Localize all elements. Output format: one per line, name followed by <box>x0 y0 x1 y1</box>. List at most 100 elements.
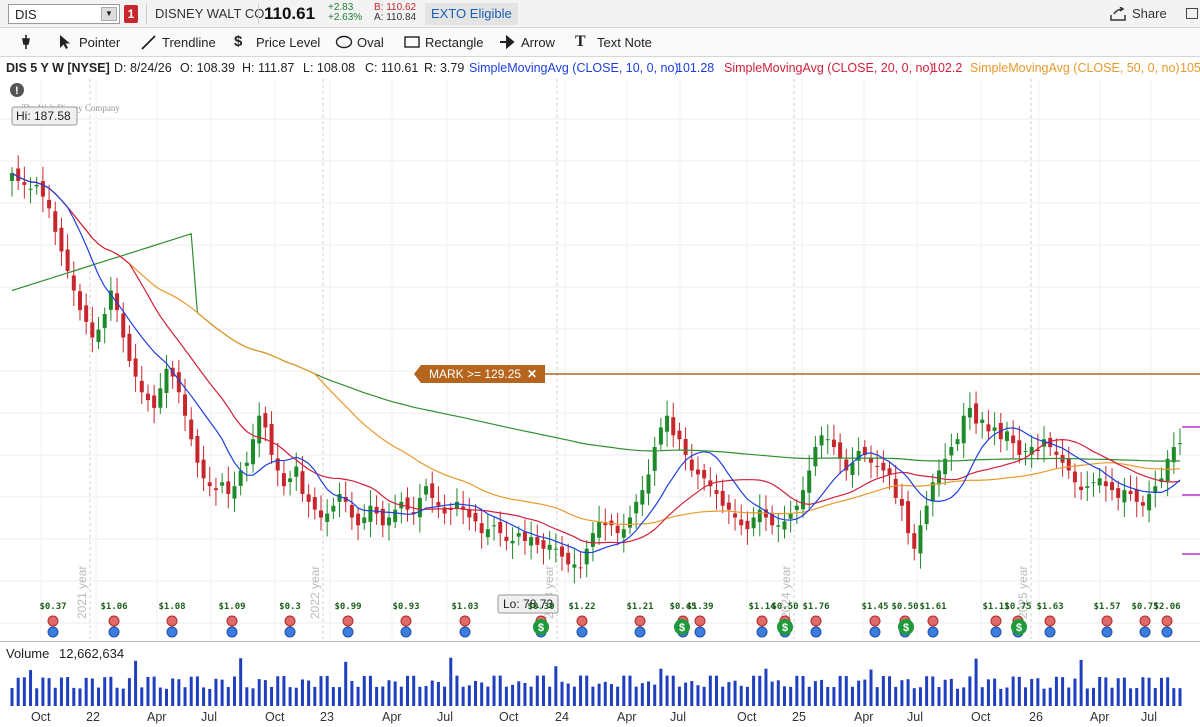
rectangle-tool[interactable]: Rectangle <box>403 34 484 52</box>
candle-body <box>479 523 484 534</box>
volume-bar <box>535 675 539 706</box>
alert-mark: ! <box>15 85 19 97</box>
dividend-label: $0.50 <box>891 602 918 612</box>
volume-bar <box>461 686 465 706</box>
pointer-tool[interactable]: Pointer <box>58 34 128 52</box>
close-icon[interactable]: ✕ <box>527 367 537 381</box>
candle-body <box>1011 435 1016 444</box>
window-icon[interactable] <box>1186 8 1198 19</box>
sma10-line <box>11 172 1181 554</box>
symbol-bar: DIS ▼ 1 DISNEY WALT CO 110.61 +2.83 +2.6… <box>0 0 1200 28</box>
volume-bar <box>980 687 984 706</box>
volume-bar <box>640 683 644 706</box>
volume-bar <box>313 686 317 706</box>
volume-bar <box>1116 678 1120 706</box>
volume-bar <box>1011 676 1015 706</box>
chart-title[interactable]: DIS 5 Y W [NYSE] <box>6 61 110 75</box>
candle-body <box>195 436 200 463</box>
info-icon <box>810 626 822 638</box>
volume-bar <box>245 687 249 706</box>
volume-bar <box>1091 687 1095 706</box>
volume-bar <box>597 683 601 706</box>
pin-button[interactable] <box>20 34 34 52</box>
symbol-input[interactable]: DIS ▼ <box>8 4 120 24</box>
volume-bar <box>208 688 212 706</box>
candle-body <box>251 439 256 465</box>
chart-canvas[interactable]: The Walt Disney Company 2021 year2022 ye… <box>0 79 1200 639</box>
info-icon <box>47 626 59 638</box>
candle-body <box>164 368 169 394</box>
candle-body <box>671 417 676 436</box>
volume-bar <box>1178 688 1182 706</box>
volume-bar <box>857 680 861 706</box>
volume-bar <box>541 675 545 706</box>
share-button[interactable]: Share <box>1104 3 1172 25</box>
arrow-tool[interactable]: Arrow <box>499 34 559 52</box>
oval-tool[interactable]: Oval <box>335 34 390 52</box>
dividend-label: $1.45 <box>861 602 888 612</box>
text-note-tool[interactable]: T Text Note <box>575 34 655 52</box>
sma10-label[interactable]: SimpleMovingAvg (CLOSE, 10, 0, no) <box>469 61 679 75</box>
volume-panel[interactable]: Volume 12,662,634 <box>0 641 1200 709</box>
volume-bar <box>344 661 348 706</box>
candle-body <box>405 497 410 510</box>
earnings-icon <box>810 615 822 627</box>
dividend-label: $0.30 <box>527 602 554 612</box>
sma20-label[interactable]: SimpleMovingAvg (CLOSE, 20, 0, no) <box>724 61 934 75</box>
dividend-label: $1.39 <box>686 602 713 612</box>
volume-bar <box>430 680 434 706</box>
volume-bar <box>554 666 558 706</box>
ohlc-open: O: 108.39 <box>180 61 235 75</box>
candle-body <box>34 184 39 187</box>
candle-body <box>838 442 843 459</box>
candle-body <box>739 519 744 526</box>
candle-body <box>726 502 731 510</box>
volume-bar <box>999 688 1003 706</box>
volume-bar <box>504 686 508 706</box>
dividend-label: $0.3 <box>279 602 301 612</box>
candle-body <box>794 505 799 510</box>
sma50-label[interactable]: SimpleMovingAvg (CLOSE, 50, 0, no) <box>970 61 1180 75</box>
x-tick-label: 22 <box>86 710 100 724</box>
candle-body <box>77 291 82 311</box>
chevron-down-icon[interactable]: ▼ <box>101 7 117 21</box>
candle-body <box>980 419 985 423</box>
volume-bar <box>888 676 892 706</box>
volume-bar <box>962 687 966 706</box>
alert-badge[interactable]: 1 <box>124 5 138 23</box>
exto-eligible-badge[interactable]: EXTO Eligible <box>425 3 518 25</box>
x-tick-label: Oct <box>737 710 757 724</box>
volume-bar <box>232 676 236 706</box>
volume-bar <box>523 682 527 706</box>
candle-body <box>967 407 972 418</box>
price-level-text: MARK >= 129.25 <box>429 367 521 381</box>
trendline-tool[interactable]: Trendline <box>140 34 220 52</box>
earnings-icon <box>756 615 768 627</box>
volume-bar <box>127 678 131 706</box>
price-chart[interactable]: The Walt Disney Company 2021 year2022 ye… <box>0 79 1200 639</box>
price-level-label[interactable]: MARK >= 129.25 ✕ <box>414 365 545 383</box>
earnings-icon <box>47 615 59 627</box>
rectangle-label: Rectangle <box>425 35 484 50</box>
candle-body <box>1134 489 1139 502</box>
volume-bar <box>331 687 335 706</box>
candle-body <box>529 537 534 546</box>
earnings-icon <box>400 615 412 627</box>
dollar-icon: $ <box>679 622 685 634</box>
info-icon <box>1044 626 1056 638</box>
info-icon <box>1161 626 1173 638</box>
candle-body <box>560 546 565 557</box>
dividend-label: $1.21 <box>626 602 653 612</box>
candle-body <box>473 512 478 522</box>
candle-body <box>368 505 373 522</box>
volume-bar <box>529 686 533 706</box>
candle-body <box>831 439 836 448</box>
sma50-value: 105 <box>1180 61 1200 75</box>
price-level-tool[interactable]: $ Price Level <box>234 34 324 52</box>
year-label: 2021 year <box>75 566 89 619</box>
candle-body <box>516 533 521 537</box>
volume-bar <box>665 675 669 706</box>
candle-body <box>331 505 336 512</box>
volume-bar <box>770 681 774 706</box>
dividend-label: $0.37 <box>39 602 66 612</box>
